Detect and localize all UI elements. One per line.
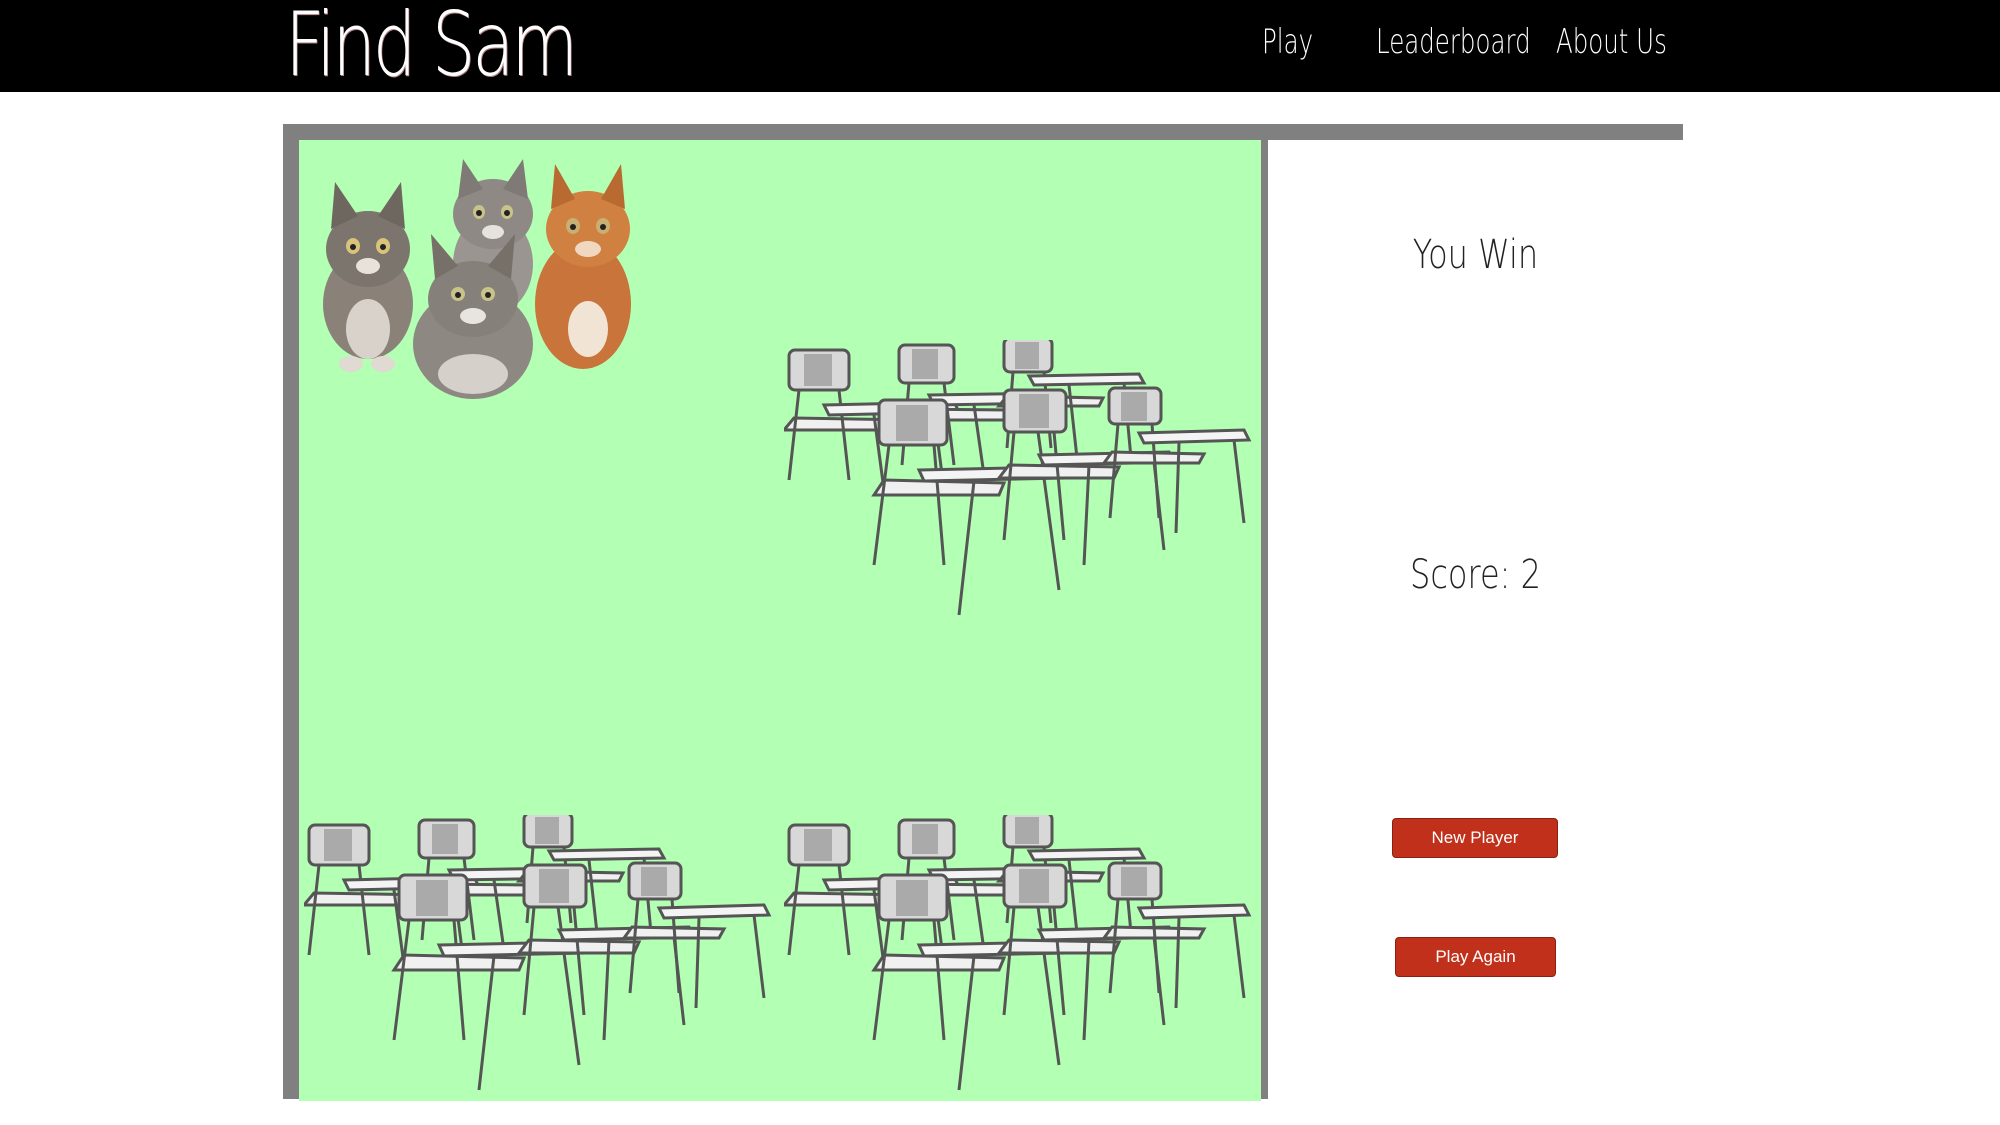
desk-group-sprite-3[interactable] [784,815,1254,1095]
top-navbar: Find Sam Play Leaderboard About Us [0,0,2000,96]
desk-group-sprite-2[interactable] [304,815,774,1095]
kittens-sprite[interactable] [313,154,653,409]
new-player-button[interactable]: New Player [1392,818,1558,858]
score-text: Score: 2 [1410,552,1541,598]
site-title[interactable]: Find Sam [285,0,578,98]
play-area [299,140,1261,1101]
side-panel: You Win Score: 2 New Player Play Again [1268,140,1683,1101]
nav-link-play[interactable]: Play [1262,22,1313,62]
game-board: You Win Score: 2 New Player Play Again [283,124,1683,1101]
nav-link-leaderboard[interactable]: Leaderboard [1376,22,1531,62]
play-again-button[interactable]: Play Again [1395,937,1556,977]
game-status-text: You Win [1412,232,1539,278]
desk-group-sprite-1[interactable] [784,340,1254,620]
nav-link-about-us[interactable]: About Us [1556,22,1667,62]
